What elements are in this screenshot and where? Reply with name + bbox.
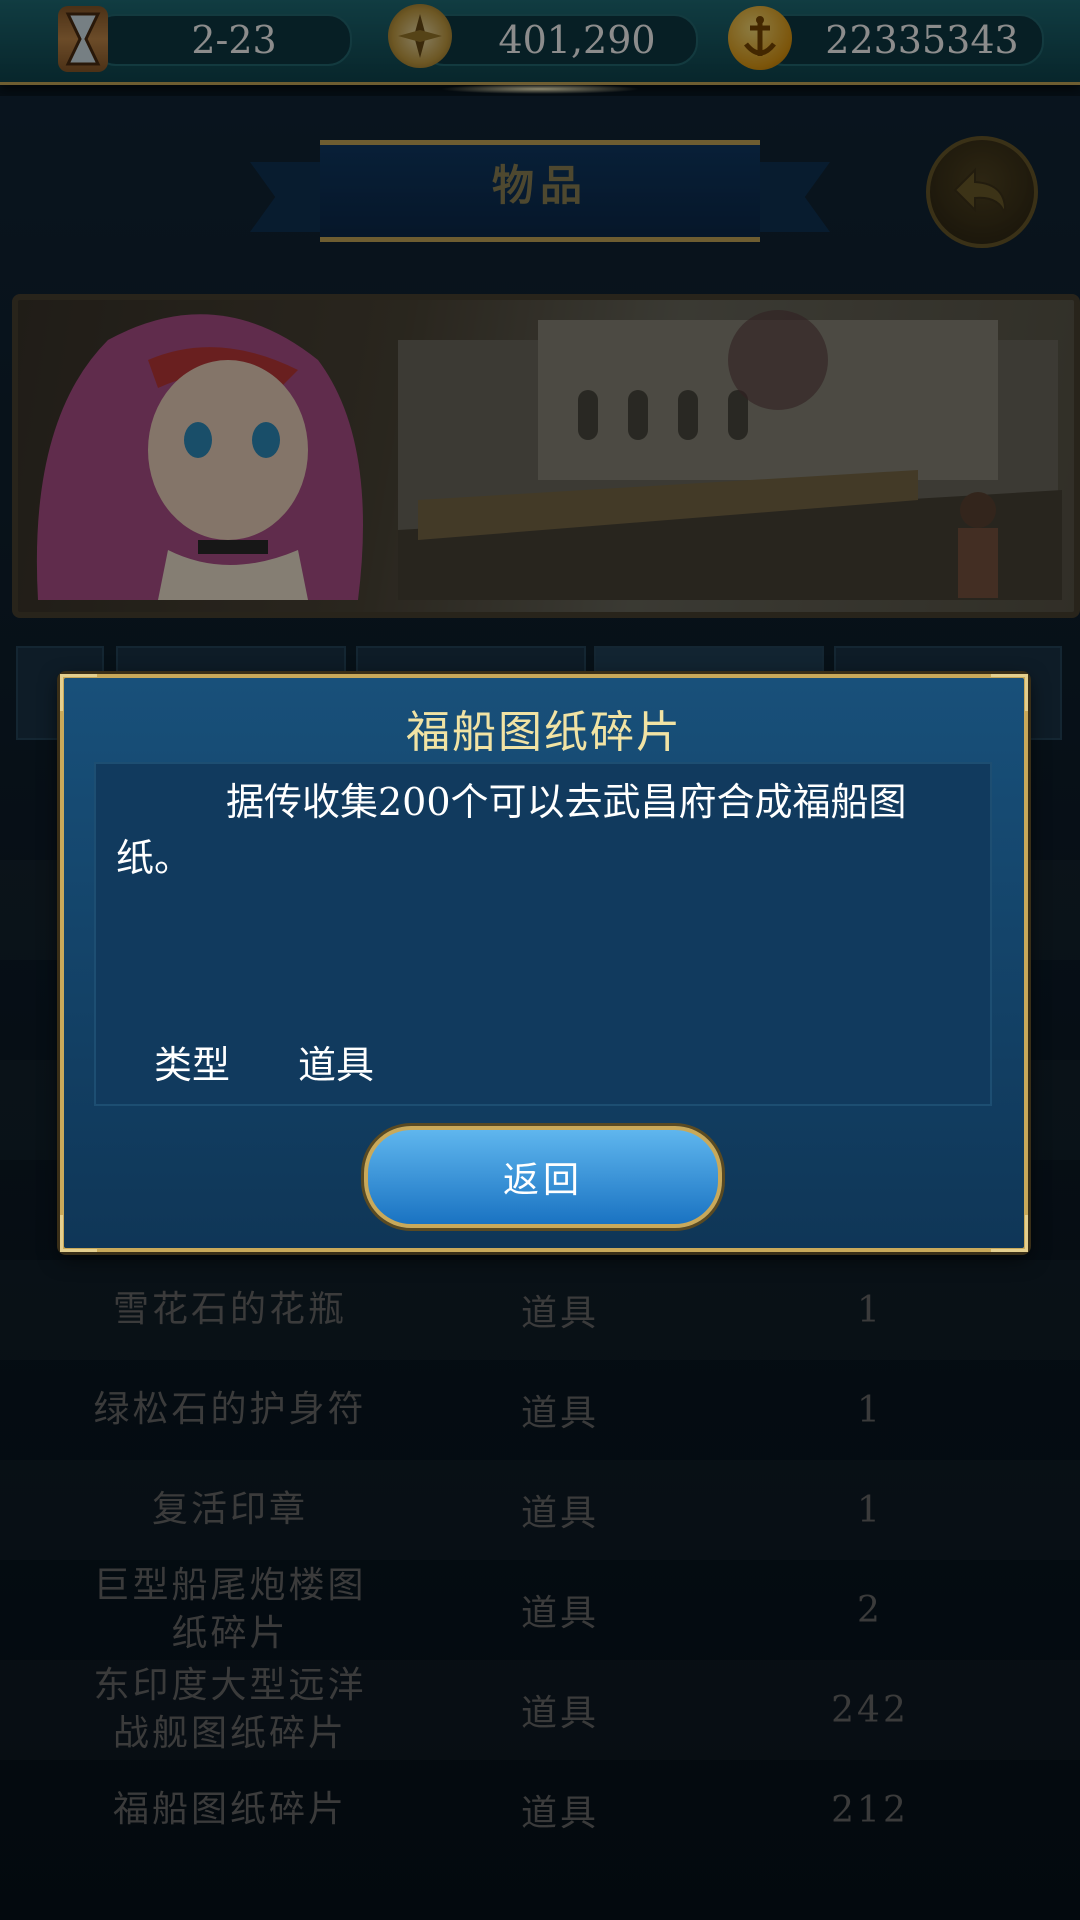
- item-description: 据传收集200个可以去武昌府合成福船图纸。: [116, 780, 907, 880]
- type-label: 类型: [154, 1043, 231, 1087]
- return-button[interactable]: 返回: [364, 1126, 722, 1228]
- dialog-content-panel: 据传收集200个可以去武昌府合成福船图纸。 类型 道具: [94, 762, 992, 1106]
- dialog-corner-ornament: [991, 1215, 1028, 1252]
- dialog-title: 福船图纸碎片: [406, 707, 682, 758]
- item-detail-dialog: 福船图纸碎片 据传收集200个可以去武昌府合成福船图纸。 类型 道具 返回: [60, 674, 1028, 1252]
- type-value: 道具: [298, 1043, 375, 1087]
- dialog-corner-ornament: [60, 1215, 97, 1252]
